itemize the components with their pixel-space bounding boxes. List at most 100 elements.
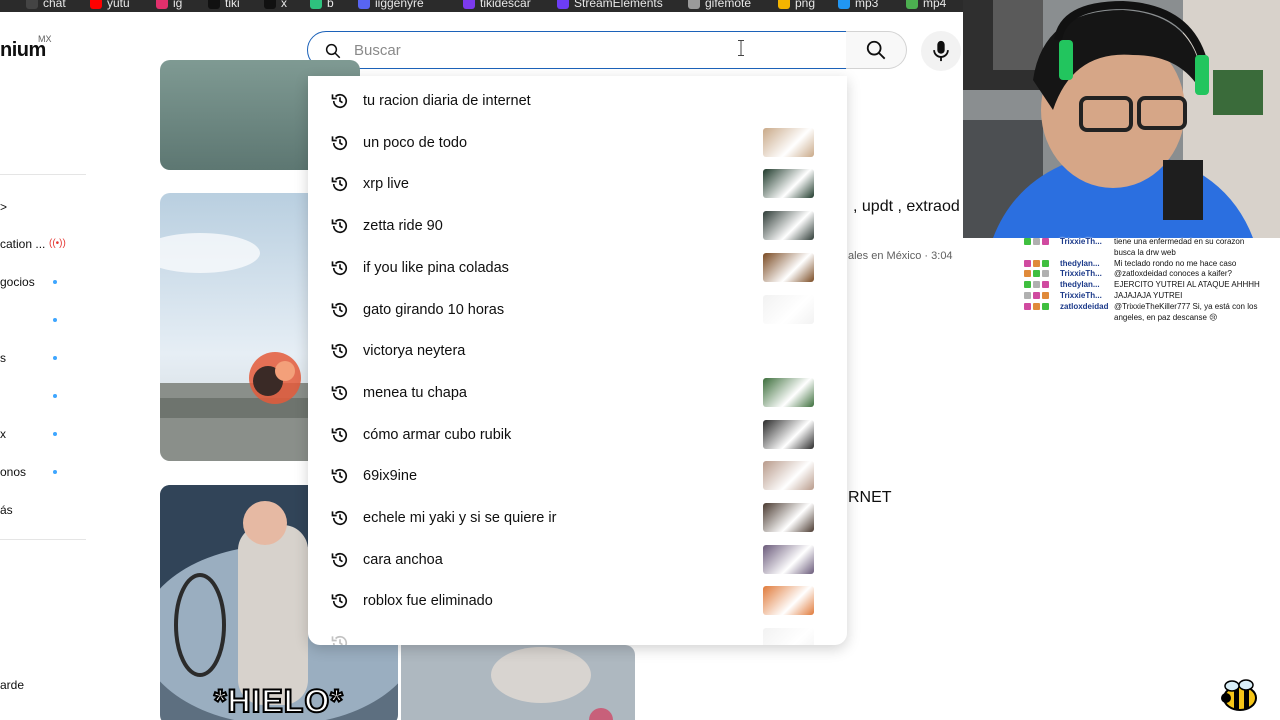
suggestion-text: roblox fue eliminado: [363, 593, 493, 610]
chat-message: thedylan... EJERCITO YUTREI AL ATAQUE AHH…: [1022, 280, 1280, 291]
streamer-webcam: [963, 0, 1280, 238]
sidebar-divider: [0, 174, 86, 175]
bookmark-mp3[interactable]: mp3: [838, 0, 878, 11]
search-suggestion[interactable]: xrp live: [308, 163, 847, 203]
search-suggestion[interactable]: roblox fue eliminado: [308, 580, 847, 620]
instagram-icon: [156, 0, 168, 9]
chat-message: angeles, en paz descanse 😢: [1022, 313, 1280, 324]
history-icon: [330, 258, 350, 278]
bookmark-streamelements[interactable]: StreamElements: [557, 0, 663, 11]
sidebar: > cation ... ((•)) gocios s x onos ás arde: [0, 76, 88, 720]
sidebar-divider: [0, 539, 86, 540]
gif-icon: [688, 0, 700, 9]
chat-username: zatloxdeidad: [1060, 301, 1109, 311]
sidebar-item[interactable]: arde: [0, 678, 86, 696]
bookmark-png[interactable]: png: [778, 0, 815, 11]
sidebar-item[interactable]: s: [0, 351, 86, 369]
suggestion-text: cómo armar cubo rubik: [363, 426, 512, 443]
bookmarks-bar: chat yutu ig tiki x b iiggenyre tikidescar Strea…: [0, 0, 963, 12]
new-content-dot: [53, 394, 57, 398]
chat-badge-icons: [1024, 270, 1049, 278]
microphone-icon: [933, 40, 949, 62]
chat-badge-icons: [1024, 302, 1049, 310]
chat-username: TrixxieTh...: [1060, 291, 1102, 300]
bookmark-label: ig: [173, 0, 183, 10]
search-input[interactable]: [354, 40, 814, 60]
sidebar-item[interactable]: gocios: [0, 275, 86, 293]
bookmark-label: x: [281, 0, 287, 10]
search-suggestion[interactable]: gato girando 10 horas: [308, 289, 847, 329]
search-box[interactable]: [307, 31, 847, 69]
search-suggestion[interactable]: un poco de todo: [308, 122, 847, 162]
logo-country-code: MX: [38, 34, 52, 44]
sidebar-item[interactable]: [0, 389, 86, 407]
bookmark-discord[interactable]: iiggenyre: [358, 0, 424, 11]
bookmark-download[interactable]: tikidescar: [463, 0, 531, 11]
chat-message: zatloxdeidad @TrixxieTheKiller777 Si, ya …: [1022, 302, 1280, 313]
video-meta-fragment: ales en México · 3:04: [848, 250, 953, 262]
history-icon: [330, 591, 350, 611]
chat-username: thedylan...: [1060, 258, 1100, 268]
bookmark-b[interactable]: b: [310, 0, 334, 11]
search-button[interactable]: [846, 31, 907, 69]
sidebar-item[interactable]: x: [0, 427, 86, 445]
tiktok-icon: [208, 0, 220, 9]
suggestion-text: zetta ride 90: [363, 218, 443, 235]
text-cursor-icon: [738, 40, 744, 56]
search-suggestion[interactable]: [308, 622, 847, 645]
sidebar-item[interactable]: [0, 313, 86, 331]
history-icon: [330, 466, 350, 486]
chat-badge-icons: [1024, 238, 1049, 245]
history-icon: [330, 341, 350, 361]
bookmark-mp4[interactable]: mp4: [906, 0, 946, 11]
search-suggestion[interactable]: 69ix9ine: [308, 455, 847, 495]
sidebar-item-label: onos: [0, 465, 27, 479]
sidebar-item[interactable]: >: [0, 200, 86, 218]
search-suggestions-dropdown: tu racion diaria de internet un poco de t…: [308, 76, 847, 645]
bookmark-youtube[interactable]: yutu: [90, 0, 130, 11]
suggestion-thumbnail: [763, 628, 814, 645]
x-icon: [264, 0, 276, 9]
chat-badge-icons: [1024, 292, 1049, 299]
search-suggestion[interactable]: tu racion diaria de internet: [308, 80, 847, 120]
suggestion-text: menea tu chapa: [363, 384, 467, 401]
bee-emote-icon: [1218, 676, 1260, 716]
search-suggestion[interactable]: cara anchoa: [308, 539, 847, 579]
video-title-fragment-2[interactable]: RNET: [848, 489, 892, 507]
bookmark-gif[interactable]: gifemote: [688, 0, 751, 11]
chat-message-text: @TrixxieTheKiller777 Si, ya está con los: [1114, 301, 1258, 311]
suggestion-text: victorya neytera: [363, 343, 466, 360]
sidebar-item[interactable]: onos: [0, 465, 86, 483]
chat-message-text: angeles, en paz descanse 😢: [1114, 312, 1218, 322]
bookmark-instagram[interactable]: ig: [156, 0, 182, 11]
sidebar-item[interactable]: ás: [0, 503, 86, 521]
suggestion-thumbnail: [763, 461, 814, 491]
new-content-dot: [53, 356, 57, 360]
suggestion-thumbnail: [763, 503, 814, 532]
chat-message: busca la drw web: [1022, 248, 1280, 259]
search-suggestion[interactable]: echele mi yaki y si se quiere ir: [308, 497, 847, 537]
search-suggestion[interactable]: cómo armar cubo rubik: [308, 414, 847, 454]
search-suggestion[interactable]: zetta ride 90: [308, 205, 847, 245]
chat-message-text: tiene una enfermedad en su corazon: [1114, 237, 1245, 246]
search-suggestion[interactable]: menea tu chapa: [308, 372, 847, 412]
new-content-dot: [53, 470, 57, 474]
chat-username: TrixxieTh...: [1060, 237, 1102, 246]
chat-message-text: @zatloxdeidad conoces a kaifer?: [1114, 269, 1232, 279]
bookmark-x[interactable]: x: [264, 0, 287, 11]
chat-message-text: EJERCITO YUTREI AL ATAQUE AHHHH: [1114, 280, 1260, 290]
history-icon: [330, 550, 350, 570]
voice-search-button[interactable]: [921, 31, 961, 71]
history-icon: [330, 216, 350, 236]
suggestion-text: cara anchoa: [363, 551, 443, 568]
video-thumbnail[interactable]: [401, 645, 635, 720]
sidebar-item-label: s: [0, 351, 6, 365]
bookmark-tiktok[interactable]: tiki: [208, 0, 240, 11]
search-suggestion[interactable]: if you like pina coladas: [308, 247, 847, 287]
search-suggestion[interactable]: victorya neytera: [308, 330, 847, 370]
sidebar-item[interactable]: cation ... ((•)): [0, 237, 86, 255]
history-icon: [330, 508, 350, 528]
bookmark-chat[interactable]: chat: [26, 0, 66, 11]
bookmark-label: tiki: [225, 0, 240, 10]
video-title-fragment[interactable]: , updt , extraod: [853, 198, 960, 216]
